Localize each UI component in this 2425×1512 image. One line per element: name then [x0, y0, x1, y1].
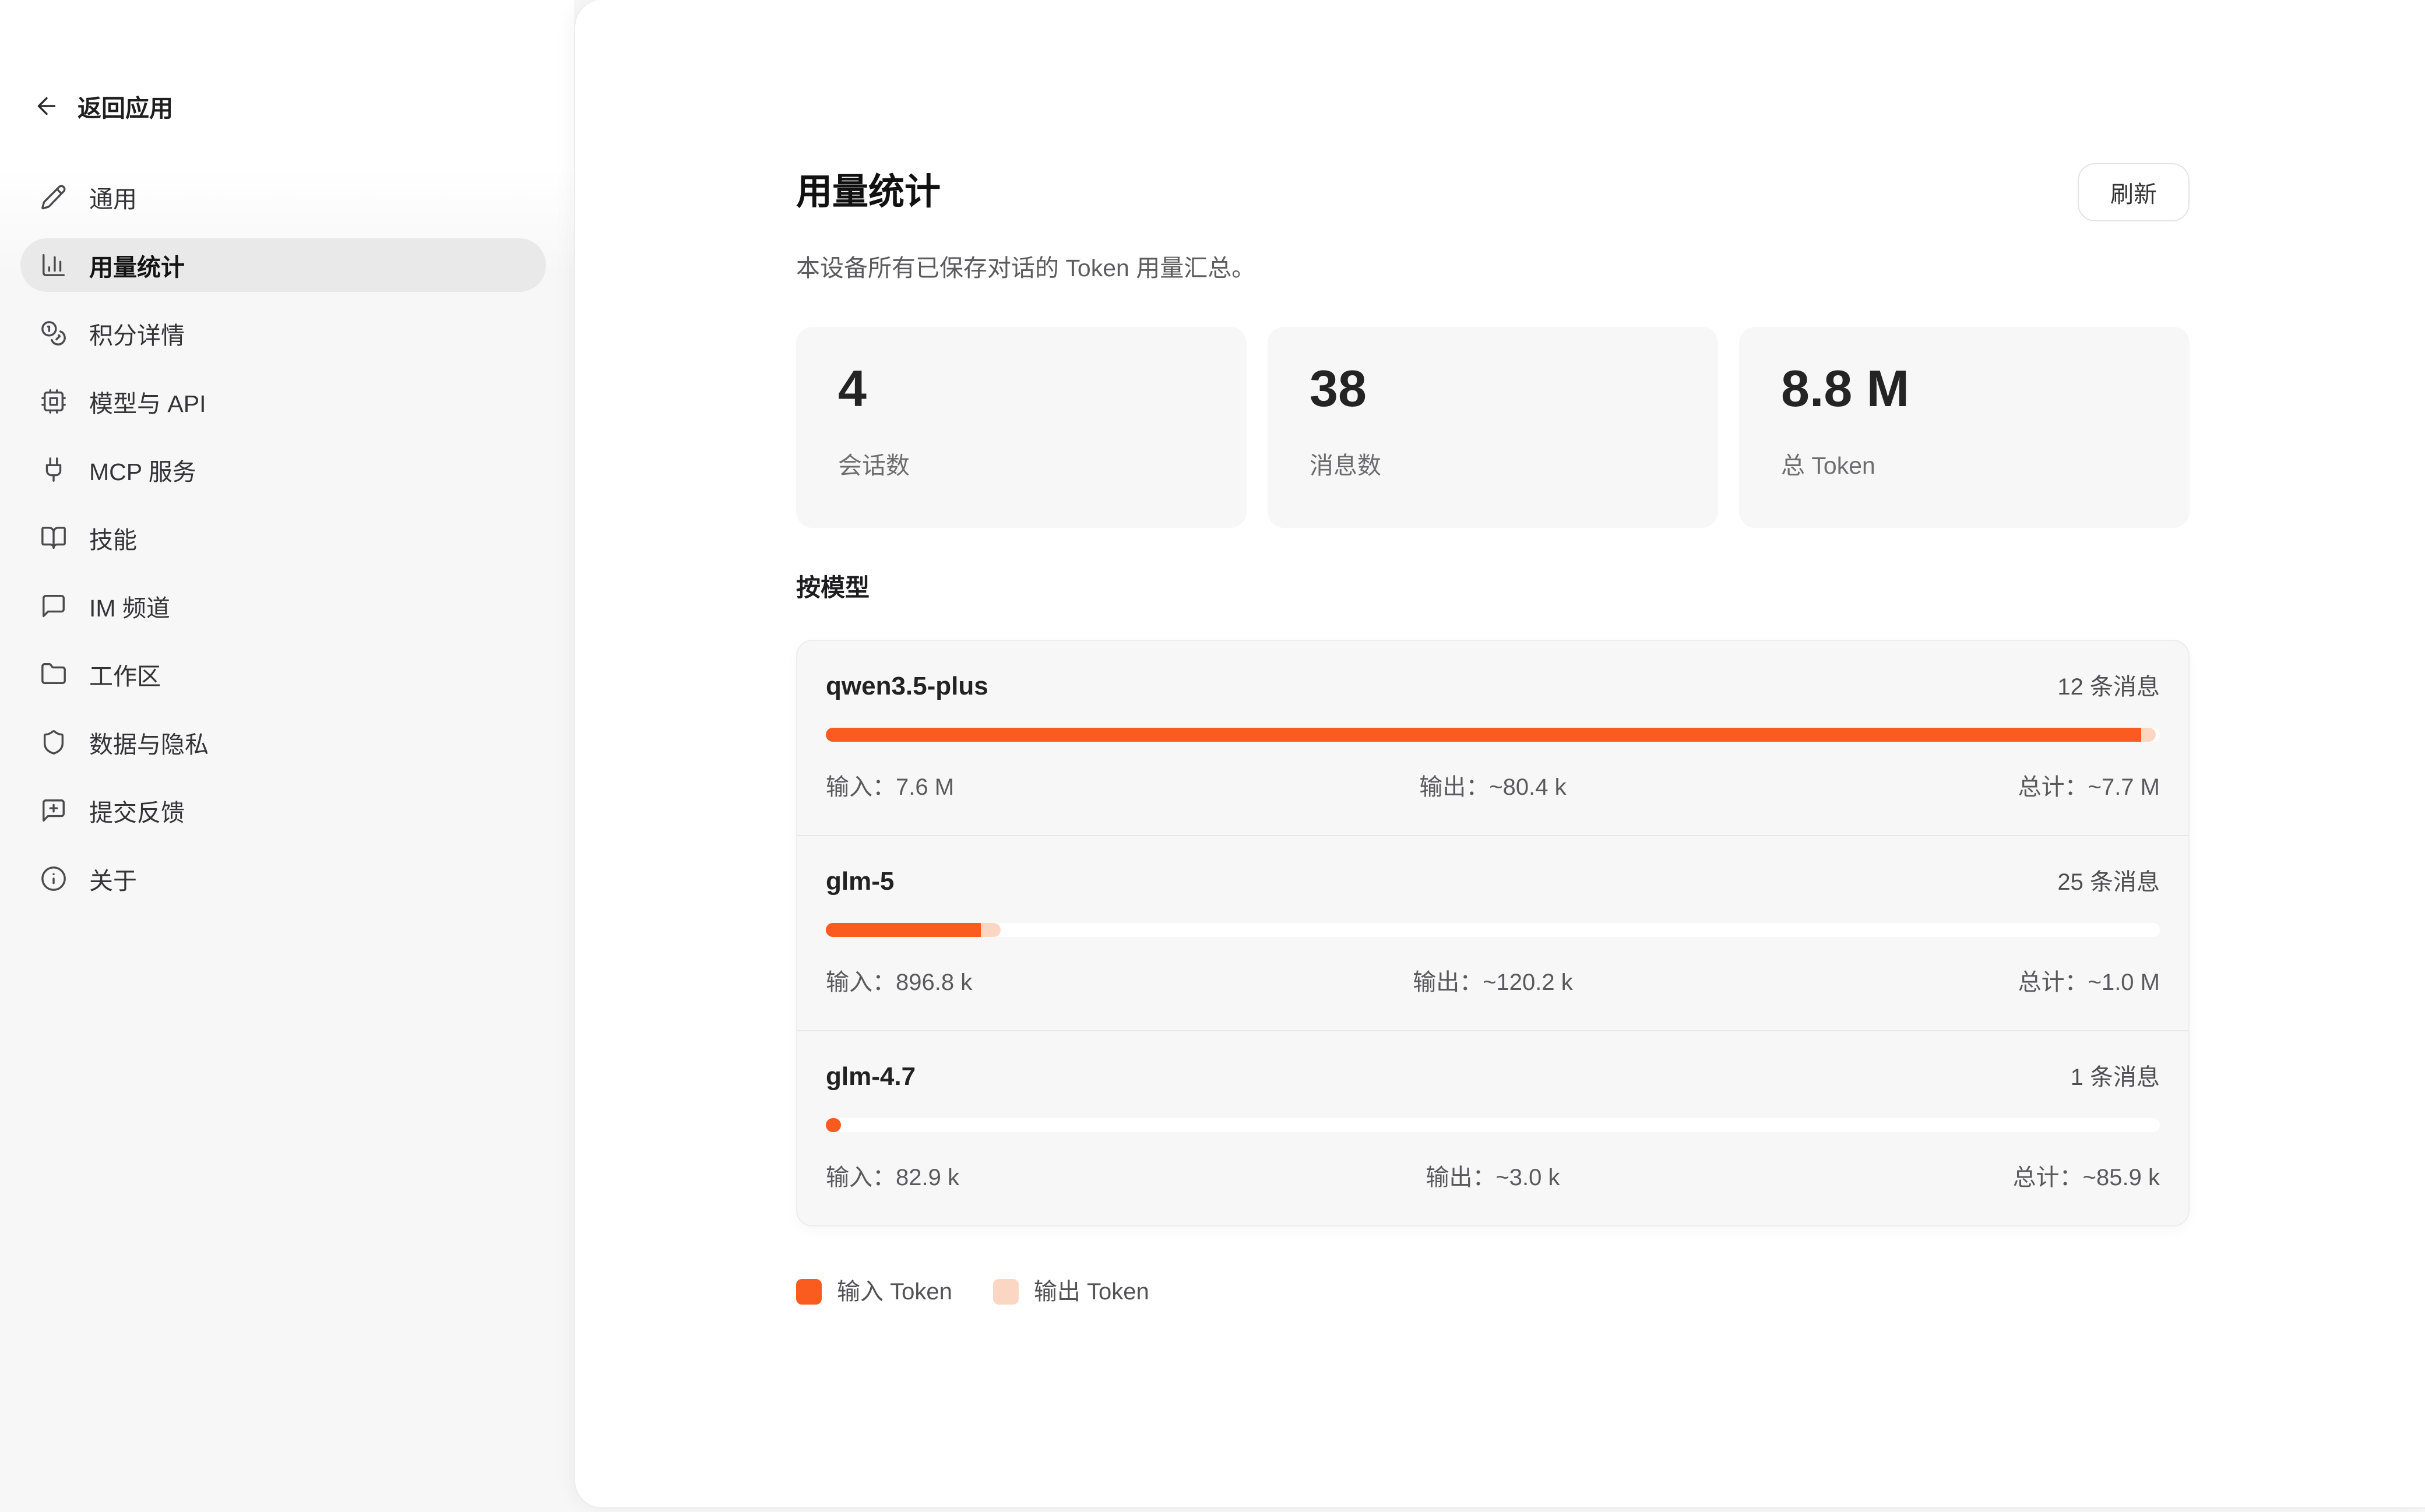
sidebar-item-credits[interactable]: 积分详情	[20, 306, 546, 360]
model-usage-row: glm-5 25 条消息输入：896.8 k输出：~120.2 k总计：~1.0 …	[797, 835, 2188, 1030]
summary-card: 38 消息数	[1268, 327, 1718, 528]
summary-cards: 4 会话数 38 消息数 8.8 M 总 Token	[796, 327, 2190, 528]
sidebar-item-models-api[interactable]: 模型与 API	[20, 375, 546, 428]
sidebar-item-label: 关于	[89, 861, 137, 896]
stat-label: 消息数	[1310, 454, 1676, 478]
token-usage-bar	[826, 1118, 2160, 1132]
back-to-app-label: 返回应用	[78, 89, 173, 124]
sidebar-item-skills[interactable]: 技能	[20, 511, 546, 565]
model-usage-card: qwen3.5-plus12 条消息输入：7.6 M输出：~80.4 k总计：~…	[796, 640, 2190, 1226]
model-row-head: glm-5 25 条消息	[826, 866, 2160, 897]
page-header: 用量统计 刷新	[796, 163, 2190, 221]
sidebar-item-label: 工作区	[89, 657, 161, 692]
sidebar-item-label: 积分详情	[89, 316, 185, 351]
input-token-bar-segment	[826, 728, 2141, 742]
back-to-app-button[interactable]: 返回应用	[33, 87, 574, 125]
sidebar-item-label: 模型与 API	[89, 384, 206, 419]
page-subtitle: 本设备所有已保存对话的 Token 用量汇总。	[796, 252, 2190, 285]
sidebar-item-general[interactable]: 通用	[20, 170, 546, 224]
total-tokens-stat: 总计：~1.0 M	[1715, 968, 2160, 996]
output-token-swatch	[993, 1279, 1019, 1305]
token-usage-bar	[826, 923, 2160, 937]
model-row-head: glm-4.7 1 条消息	[826, 1062, 2160, 1092]
book-open-icon	[40, 524, 67, 551]
sidebar-item-about[interactable]: 关于	[20, 852, 546, 905]
total-tokens-stat: 总计：~7.7 M	[1715, 773, 2160, 801]
stat-label: 总 Token	[1781, 454, 2148, 478]
sidebar-item-workspace[interactable]: 工作区	[20, 647, 546, 701]
model-name: glm-5	[826, 866, 894, 897]
by-model-section-title: 按模型	[796, 576, 2190, 600]
input-tokens-stat: 输入：82.9 k	[826, 1164, 1270, 1192]
input-tokens-stat: 输入：896.8 k	[826, 968, 1270, 996]
summary-card: 8.8 M 总 Token	[1739, 327, 2190, 528]
model-token-stats: 输入：896.8 k输出：~120.2 k总计：~1.0 M	[826, 968, 2160, 996]
message-plus-icon	[40, 797, 67, 824]
sidebar-item-label: 数据与隐私	[89, 725, 209, 760]
sidebar-item-data-privacy[interactable]: 数据与隐私	[20, 716, 546, 769]
sidebar-nav: 通用用量统计积分详情模型与 API MCP 服务技能 IM 频道工作区数据与隐私提交…	[20, 170, 546, 905]
token-legend: 输入 Token 输出 Token	[796, 1279, 2190, 1305]
coins-icon	[40, 320, 67, 347]
sidebar-item-label: 通用	[89, 179, 137, 214]
stat-label: 会话数	[838, 454, 1205, 478]
output-tokens-stat: 输出：~80.4 k	[1270, 773, 1715, 801]
input-token-label: 输入 Token	[837, 1280, 952, 1303]
sidebar-item-label: MCP 服务	[89, 452, 196, 487]
plug-icon	[40, 456, 67, 483]
refresh-button[interactable]: 刷新	[2078, 163, 2190, 221]
input-token-bar-segment	[826, 923, 981, 937]
output-token-label: 输出 Token	[1034, 1280, 1149, 1303]
token-usage-bar	[826, 728, 2160, 742]
total-tokens-stat: 总计：~85.9 k	[1715, 1164, 2160, 1192]
model-row-head: qwen3.5-plus 12 条消息	[826, 671, 2160, 702]
message-square-icon	[40, 593, 67, 619]
stat-value: 38	[1310, 363, 1676, 414]
pencil-icon	[40, 184, 67, 210]
cpu-icon	[40, 388, 67, 415]
sidebar-item-feedback[interactable]: 提交反馈	[20, 784, 546, 837]
model-token-stats: 输入：82.9 k输出：~3.0 k总计：~85.9 k	[826, 1164, 2160, 1192]
stat-value: 8.8 M	[1781, 363, 2148, 414]
summary-card: 4 会话数	[796, 327, 1247, 528]
model-name: glm-4.7	[826, 1062, 916, 1092]
model-message-count: 12 条消息	[2057, 673, 2160, 701]
input-token-swatch	[796, 1279, 822, 1305]
legend-item-input: 输入 Token	[796, 1279, 952, 1305]
info-icon	[40, 865, 67, 892]
folder-icon	[40, 661, 67, 688]
page-title: 用量统计	[796, 171, 941, 214]
sidebar-item-label: IM 频道	[89, 588, 170, 623]
output-tokens-stat: 输出：~120.2 k	[1270, 968, 1715, 996]
model-token-stats: 输入：7.6 M输出：~80.4 k总计：~7.7 M	[826, 773, 2160, 801]
model-usage-row: glm-4.7 1 条消息输入：82.9 k输出：~3.0 k总计：~85.9 k	[797, 1030, 2188, 1225]
model-message-count: 25 条消息	[2057, 868, 2160, 896]
shield-icon	[40, 729, 67, 756]
input-tokens-stat: 输入：7.6 M	[826, 773, 1270, 801]
output-token-bar-segment	[981, 923, 1001, 937]
legend-item-output: 输出 Token	[993, 1279, 1149, 1305]
output-token-bar-segment	[2141, 728, 2156, 742]
sidebar-item-label: 用量统计	[89, 248, 185, 283]
stat-value: 4	[838, 363, 1205, 414]
arrow-left-icon	[33, 93, 60, 119]
sidebar-item-usage-stats[interactable]: 用量统计	[20, 238, 546, 292]
usage-stats-page: 用量统计 刷新 本设备所有已保存对话的 Token 用量汇总。 4 会话数 38 消息…	[574, 0, 2425, 1509]
output-tokens-stat: 输出：~3.0 k	[1270, 1164, 1715, 1192]
sidebar-item-label: 技能	[89, 520, 137, 555]
model-message-count: 1 条消息	[2071, 1063, 2160, 1091]
sidebar-item-im-channels[interactable]: IM 频道	[20, 579, 546, 633]
sidebar-item-label: 提交反馈	[89, 793, 185, 828]
sidebar-item-mcp-services[interactable]: MCP 服务	[20, 443, 546, 496]
settings-sidebar: 返回应用 通用用量统计积分详情模型与 API MCP 服务技能 IM 频道工作区数据…	[0, 0, 574, 1512]
model-usage-row: qwen3.5-plus 12 条消息输入：7.6 M输出：~80.4 k总计：~…	[797, 641, 2188, 835]
model-name: qwen3.5-plus	[826, 671, 988, 702]
chart-column-icon	[40, 252, 67, 279]
input-token-bar-segment	[826, 1118, 841, 1132]
